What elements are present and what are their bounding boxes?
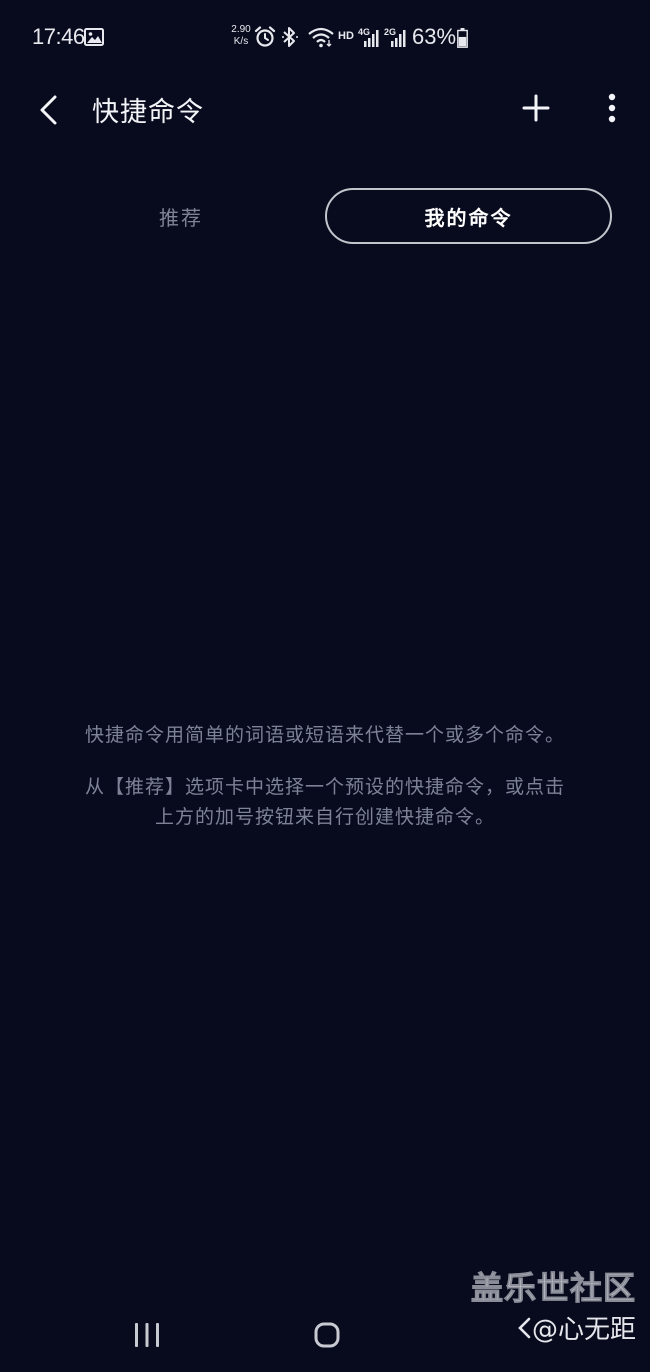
add-command-button[interactable] — [514, 86, 558, 130]
empty-state-hint-line-2: 上方的加号按钮来自行创建快捷命令。 — [154, 806, 495, 828]
status-bar: 17:46 2.90 K/s HD 4G 2G 63% — [0, 0, 650, 76]
more-vertical-icon — [608, 93, 616, 123]
hd-label: HD — [338, 30, 354, 42]
recents-icon[interactable] — [130, 1318, 164, 1352]
watermark-chevron-icon — [518, 1317, 531, 1339]
empty-state-description: 快捷命令用简单的词语或短语来代替一个或多个命令。 — [84, 724, 565, 746]
network-speed: 2.90 K/s — [230, 24, 252, 48]
tab-bar: 推荐 我的命令 — [40, 188, 612, 246]
signal-2g-icon: 2G — [384, 27, 406, 47]
svg-text:2G: 2G — [384, 27, 396, 37]
watermark-username: @心无距 — [531, 1315, 636, 1345]
battery-percent: 63% — [412, 24, 457, 49]
gallery-icon — [84, 28, 104, 46]
empty-state-hint: 从【推荐】选项卡中选择一个预设的快捷命令，或点击 上方的加号按钮来自行创建快捷命… — [40, 772, 610, 832]
signal-4g-icon: 4G — [358, 27, 379, 47]
back-button[interactable] — [26, 88, 70, 132]
page-title: 快捷命令 — [92, 97, 204, 128]
network-speed-unit: K/s — [233, 36, 249, 47]
home-icon[interactable] — [310, 1318, 344, 1352]
network-speed-value: 2.90 — [231, 24, 251, 35]
empty-state-hint-line-1: 从【推荐】选项卡中选择一个预设的快捷命令，或点击 — [84, 776, 565, 798]
app-bar: 快捷命令 — [0, 76, 650, 142]
wifi-icon — [308, 27, 334, 48]
battery-icon — [457, 28, 468, 48]
bluetooth-icon — [282, 27, 298, 47]
tab-recommended[interactable]: 推荐 — [40, 188, 322, 244]
status-time: 17:46 — [32, 24, 85, 49]
more-options-button[interactable] — [590, 86, 634, 130]
watermark: 盖乐世社区 @心无距 — [470, 1266, 636, 1350]
plus-icon — [522, 94, 550, 122]
svg-text:4G: 4G — [358, 27, 370, 37]
tab-my-commands[interactable]: 我的命令 — [325, 188, 612, 244]
chevron-left-icon — [40, 95, 57, 125]
watermark-user: @心无距 — [471, 1310, 636, 1350]
alarm-icon — [254, 26, 276, 47]
watermark-title: 盖乐世社区 — [470, 1269, 636, 1308]
